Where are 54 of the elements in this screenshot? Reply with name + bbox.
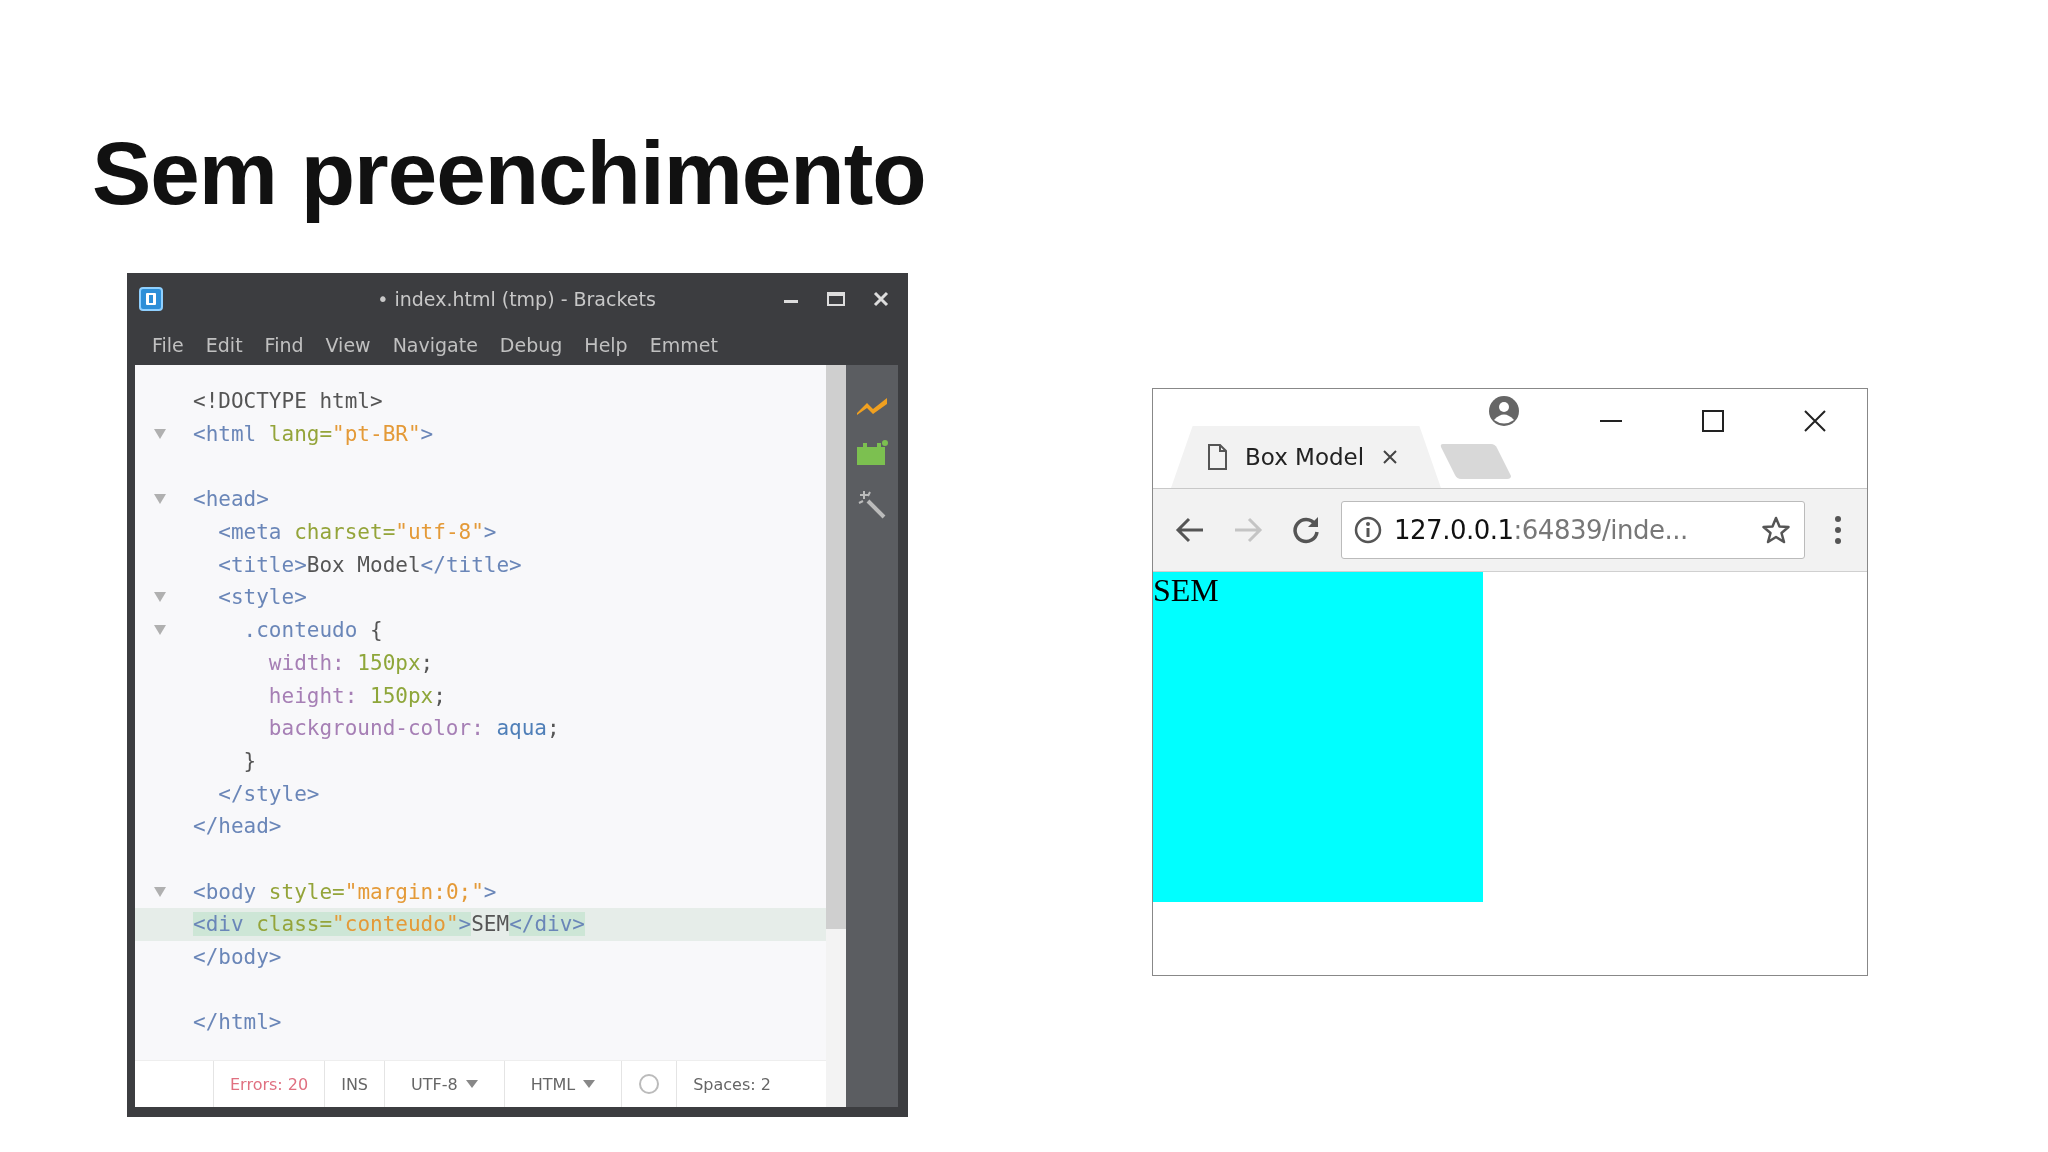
code-line: <html lang="pt-BR"> — [193, 422, 434, 447]
menu-item[interactable]: Debug — [499, 334, 563, 356]
slide-title: Sem preenchimento — [92, 122, 927, 225]
code-line: width: 150px; — [267, 650, 434, 675]
menu-item[interactable]: Navigate — [392, 334, 478, 356]
document-icon — [1207, 444, 1227, 470]
magic-wand-icon[interactable] — [856, 489, 888, 521]
app-logo-icon — [139, 287, 163, 311]
window-title: • index.html (tmp) - Brackets — [377, 288, 656, 310]
caret-icon — [583, 1080, 596, 1088]
scrollbar-thumb[interactable] — [826, 365, 846, 929]
reload-icon[interactable] — [1291, 515, 1321, 545]
browser-tab[interactable]: Box Model — [1171, 426, 1441, 488]
info-icon[interactable] — [1354, 516, 1382, 544]
box-text: SEM — [1153, 572, 1219, 608]
star-icon[interactable] — [1762, 516, 1790, 544]
url-text: 127.0.0.1:64839/inde... — [1394, 515, 1689, 545]
maximize-icon[interactable] — [826, 290, 846, 308]
caret-icon — [465, 1080, 478, 1088]
menu-icon[interactable] — [1833, 515, 1843, 545]
status-text: Spaces: 2 — [693, 1074, 771, 1094]
live-preview-icon[interactable] — [855, 395, 889, 417]
code-line: <style> — [217, 585, 307, 610]
code-line: <meta charset="utf-8"> — [217, 520, 497, 545]
code-line: <!DOCTYPE html> — [193, 389, 383, 414]
code-line: <title>Box Model</title> — [217, 552, 522, 577]
code-line: background-color: aqua; — [267, 716, 560, 741]
menu-item[interactable]: Emmet — [649, 334, 718, 356]
code-line: </head> — [193, 814, 282, 839]
menu-item[interactable]: View — [325, 334, 371, 356]
code-line: </body> — [193, 945, 282, 970]
close-tab-icon[interactable] — [1382, 449, 1399, 465]
code-line: </style> — [217, 781, 320, 806]
error-count[interactable]: Errors: 20 — [230, 1074, 309, 1094]
profile-icon[interactable] — [1488, 395, 1520, 427]
menu-item[interactable]: File — [152, 334, 184, 356]
code-line: } — [242, 748, 257, 773]
maximize-icon[interactable] — [1701, 409, 1725, 433]
back-icon[interactable] — [1175, 517, 1205, 543]
code-line: </html> — [193, 1010, 282, 1035]
menu-item[interactable]: Edit — [205, 334, 243, 356]
status-text: INS — [341, 1074, 368, 1094]
menu-item[interactable]: Help — [584, 334, 628, 356]
status-dropdown[interactable]: HTML — [530, 1074, 576, 1094]
extension-manager-icon[interactable] — [855, 439, 889, 467]
code-line: <div class="conteudo">SEM</div> — [193, 912, 585, 937]
code-line: <head> — [193, 487, 269, 512]
close-icon[interactable] — [1803, 409, 1827, 433]
menu-item[interactable]: Find — [264, 334, 304, 356]
code-line: <body style="margin:0;"> — [193, 879, 497, 904]
address-field[interactable]: 127.0.0.1:64839/inde... — [1341, 501, 1805, 559]
status-dropdown[interactable]: UTF-8 — [411, 1074, 458, 1094]
code-line: .conteudo { — [242, 618, 383, 643]
code-line: height: 150px; — [267, 683, 446, 708]
